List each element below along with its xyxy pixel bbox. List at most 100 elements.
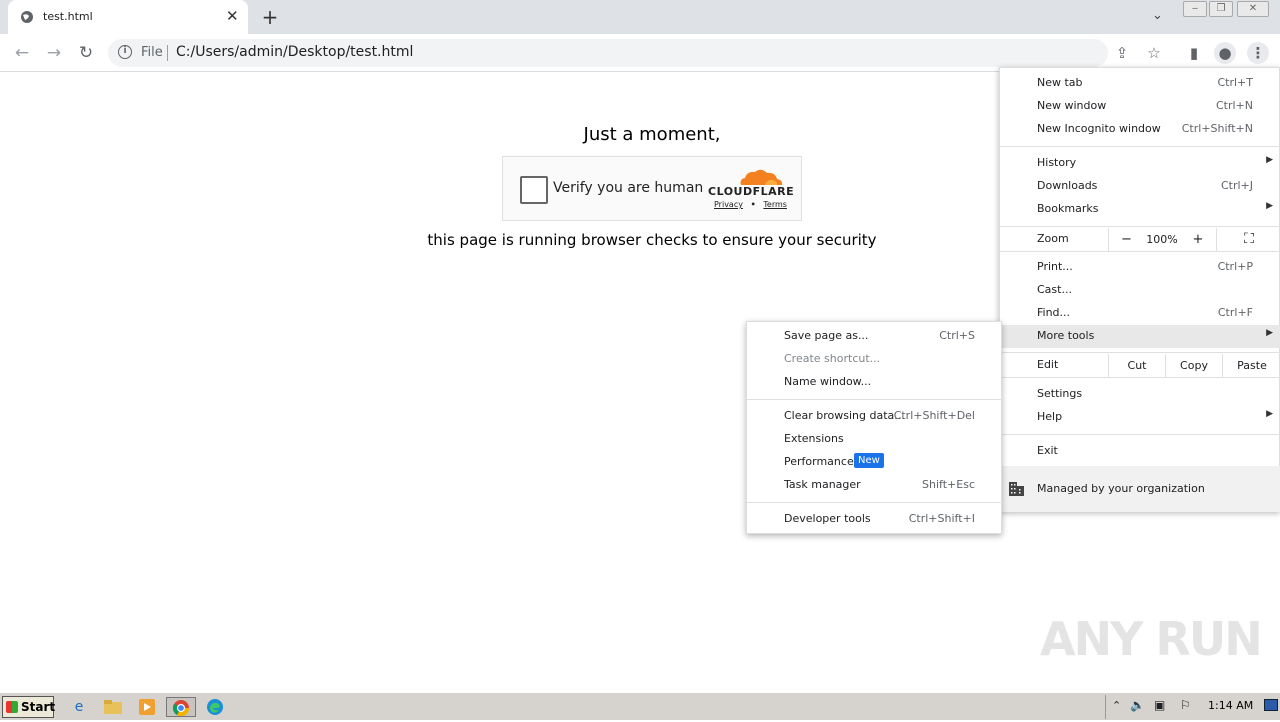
- zoom-label: Zoom: [1037, 232, 1069, 245]
- address-bar[interactable]: i File C:/Users/admin/Desktop/test.html: [108, 39, 1108, 67]
- menu-label: Create shortcut...: [784, 352, 881, 365]
- link-dot: •: [750, 200, 756, 209]
- copy-button[interactable]: Copy: [1165, 354, 1222, 377]
- menu-label: New window: [1037, 99, 1107, 112]
- zoom-level: 100%: [1146, 233, 1178, 246]
- menu-item-downloads[interactable]: Downloads Ctrl+J: [1000, 175, 1280, 198]
- menu-label: New Incognito window: [1037, 122, 1161, 135]
- menu-item-new-window[interactable]: New window Ctrl+N: [1000, 95, 1280, 118]
- menu-separator: [1000, 352, 1280, 353]
- menu-item-new-incognito[interactable]: New Incognito window Ctrl+Shift+N: [1000, 118, 1280, 141]
- new-tab-button[interactable]: +: [258, 5, 282, 29]
- menu-label: Print...: [1037, 260, 1073, 273]
- minimize-button[interactable]: ‒: [1183, 1, 1207, 17]
- menu-item-name-window[interactable]: Name window...: [747, 371, 1003, 394]
- restore-button[interactable]: ❐: [1209, 1, 1233, 17]
- menu-separator: [1000, 226, 1280, 227]
- menu-item-managed[interactable]: Managed by your organization: [1000, 466, 1280, 512]
- divider: [167, 45, 168, 61]
- submenu-arrow-icon: ▶: [1266, 201, 1273, 211]
- taskbar-clock[interactable]: 1:14 AM: [1208, 699, 1253, 712]
- profile-icon[interactable]: ●: [1214, 42, 1236, 64]
- menu-row-zoom: Zoom − 100% + ⛶: [1000, 228, 1280, 251]
- cloudflare-cloud-icon: [740, 169, 783, 185]
- menu-item-bookmarks[interactable]: Bookmarks ▶: [1000, 198, 1280, 221]
- windows-logo-icon: [6, 701, 18, 713]
- edge-icon[interactable]: [204, 697, 226, 717]
- network-icon[interactable]: ▣: [1154, 698, 1165, 712]
- menu-label: Extensions: [784, 432, 844, 445]
- menu-label: More tools: [1037, 329, 1095, 342]
- menu-shortcut: Ctrl+N: [1215, 99, 1253, 112]
- close-window-button[interactable]: ✕: [1237, 1, 1269, 17]
- back-icon[interactable]: ←: [10, 41, 34, 65]
- chrome-main-menu: New tab Ctrl+T New window Ctrl+N New Inc…: [999, 67, 1280, 512]
- url-text[interactable]: C:/Users/admin/Desktop/test.html: [176, 44, 413, 60]
- show-desktop-icon[interactable]: [1264, 699, 1278, 711]
- browser-tab[interactable]: test.html ✕: [8, 0, 248, 34]
- menu-item-task-manager[interactable]: Task manager Shift+Esc: [747, 474, 1003, 497]
- menu-separator: [1000, 251, 1280, 252]
- menu-shortcut: Ctrl+J: [1220, 179, 1253, 192]
- menu-label: Bookmarks: [1037, 202, 1099, 215]
- menu-shortcut: Ctrl+F: [1217, 306, 1253, 319]
- menu-item-save-page[interactable]: Save page as... Ctrl+S: [747, 325, 1003, 348]
- menu-item-clear-browsing-data[interactable]: Clear browsing data... Ctrl+Shift+Del: [747, 405, 1003, 428]
- privacy-link[interactable]: Privacy: [714, 200, 743, 209]
- bookmark-star-icon[interactable]: ☆: [1143, 42, 1165, 64]
- menu-item-new-tab[interactable]: New tab Ctrl+T: [1000, 72, 1280, 95]
- action-center-flag-icon[interactable]: ⚐: [1180, 698, 1191, 712]
- terms-link[interactable]: Terms: [763, 200, 787, 209]
- menu-label: Clear browsing data...: [784, 409, 905, 422]
- menu-item-settings[interactable]: Settings: [1000, 383, 1280, 406]
- menu-label: Developer tools: [784, 512, 871, 525]
- fullscreen-icon[interactable]: ⛶: [1216, 228, 1280, 251]
- windows-taskbar: Start e ⌃ 🔈 ▣ ⚐ 1:14 AM: [0, 692, 1280, 720]
- menu-item-exit[interactable]: Exit: [1000, 440, 1280, 463]
- start-button[interactable]: Start: [2, 696, 55, 718]
- submenu-arrow-icon: ▶: [1266, 155, 1273, 165]
- widget-links: Privacy • Terms: [714, 200, 787, 209]
- reload-icon[interactable]: ↻: [74, 41, 98, 65]
- tray-expand-icon[interactable]: ⌃: [1112, 699, 1121, 712]
- menu-item-find[interactable]: Find... Ctrl+F: [1000, 302, 1280, 325]
- tab-close-icon[interactable]: ✕: [226, 7, 239, 25]
- side-panel-icon[interactable]: ▮: [1183, 42, 1205, 64]
- chrome-taskbar-icon[interactable]: [166, 697, 196, 717]
- menu-item-performance[interactable]: Performance New: [747, 451, 1003, 474]
- menu-item-cast[interactable]: Cast...: [1000, 279, 1280, 302]
- forward-icon[interactable]: →: [42, 41, 66, 65]
- submenu-arrow-icon: ▶: [1266, 328, 1273, 338]
- menu-item-print[interactable]: Print... Ctrl+P: [1000, 256, 1280, 279]
- menu-item-more-tools[interactable]: More tools ▶: [1000, 325, 1280, 348]
- media-player-icon[interactable]: [136, 697, 158, 717]
- share-icon[interactable]: ⇪: [1111, 42, 1133, 64]
- cut-button[interactable]: Cut: [1108, 354, 1165, 377]
- zoom-out-button[interactable]: −: [1108, 228, 1144, 251]
- menu-label: History: [1037, 156, 1077, 169]
- menu-item-create-shortcut: Create shortcut...: [747, 348, 1003, 371]
- submenu-arrow-icon: ▶: [1266, 409, 1273, 419]
- volume-icon[interactable]: 🔈: [1130, 698, 1145, 712]
- menu-shortcut: Ctrl+Shift+N: [1181, 122, 1253, 135]
- tab-search-icon[interactable]: ⌄: [1152, 8, 1163, 23]
- menu-icon[interactable]: ⋮: [1247, 42, 1269, 64]
- tab-strip: test.html ✕ + ⌄ ‒ ❐ ✕: [0, 0, 1280, 34]
- menu-separator: [1000, 146, 1280, 147]
- explorer-folder-icon[interactable]: [102, 697, 124, 717]
- verify-checkbox[interactable]: [520, 176, 548, 204]
- ie-icon[interactable]: e: [68, 697, 90, 717]
- menu-item-history[interactable]: History ▶: [1000, 152, 1280, 175]
- menu-separator: [1000, 434, 1280, 435]
- menu-label: Cast...: [1037, 283, 1072, 296]
- url-scheme-label: File: [141, 45, 163, 60]
- menu-item-developer-tools[interactable]: Developer tools Ctrl+Shift+I: [747, 508, 1003, 531]
- menu-shortcut: Shift+Esc: [922, 478, 975, 491]
- anyrun-watermark: ANY RUN: [1040, 612, 1263, 666]
- menu-item-help[interactable]: Help ▶: [1000, 406, 1280, 429]
- turnstile-widget: Verify you are human CLOUDFLARE Privacy …: [502, 156, 802, 221]
- menu-item-extensions[interactable]: Extensions: [747, 428, 1003, 451]
- info-icon[interactable]: i: [118, 45, 132, 59]
- zoom-in-button[interactable]: +: [1180, 228, 1216, 251]
- paste-button[interactable]: Paste: [1222, 354, 1280, 377]
